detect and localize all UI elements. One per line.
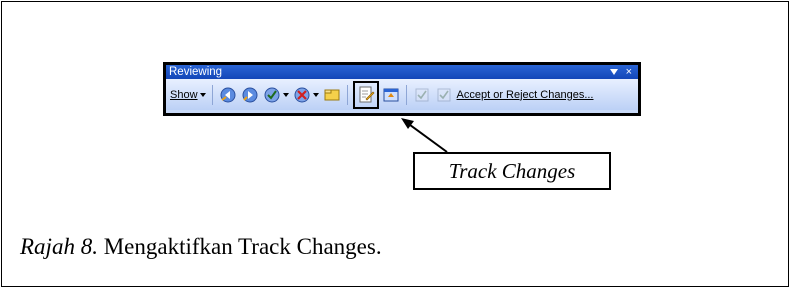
chevron-down-icon: [282, 92, 289, 97]
insert-comment-button[interactable]: [321, 84, 343, 106]
reviewing-pane-icon: [383, 88, 399, 101]
chevron-down-icon: [199, 92, 206, 97]
toolbar-buttons: Show Accept or Reject Changes...: [166, 79, 638, 110]
reject-change-button[interactable]: [291, 84, 321, 106]
callout-label: Track Changes: [448, 158, 576, 183]
reviewing-pane-button[interactable]: [380, 84, 402, 106]
show-label: Show: [170, 88, 198, 101]
reject-all-icon: [437, 88, 451, 101]
accept-change-button[interactable]: [261, 84, 291, 106]
accept-all-button[interactable]: [411, 84, 433, 106]
reject-all-button[interactable]: [433, 84, 455, 106]
toolbar-title: Reviewing: [169, 66, 223, 78]
chevron-down-icon: [312, 92, 319, 97]
track-changes-callout: Track Changes: [413, 152, 611, 190]
close-icon[interactable]: ×: [626, 67, 632, 78]
toolbar-separator: [346, 84, 348, 105]
caption-text: Mengaktifkan Track Changes.: [97, 234, 382, 259]
track-changes-button[interactable]: [352, 80, 379, 109]
figure-caption: Rajah 8. Mengaktifkan Track Changes.: [20, 234, 382, 260]
accept-change-icon: [264, 87, 280, 102]
next-change-button[interactable]: [239, 84, 261, 106]
insert-comment-icon: [324, 89, 340, 100]
previous-change-icon: [220, 87, 236, 102]
previous-change-button[interactable]: [217, 84, 239, 106]
toolbar-separator: [211, 84, 213, 105]
toolbar-separator: [405, 84, 407, 105]
next-change-icon: [242, 87, 258, 102]
reviewing-toolbar: Reviewing × Show Accept or Reject Change…: [163, 62, 641, 116]
reject-change-icon: [294, 87, 310, 102]
toolbar-options-dropdown-icon[interactable]: [609, 69, 618, 75]
accept-all-icon: [415, 88, 429, 101]
toolbar-titlebar[interactable]: Reviewing ×: [166, 65, 638, 79]
track-changes-icon: [359, 86, 375, 102]
figure-number: Rajah 8.: [20, 234, 98, 259]
show-dropdown-button[interactable]: Show: [168, 84, 208, 106]
accept-reject-changes-button[interactable]: Accept or Reject Changes...: [455, 84, 596, 106]
accept-reject-changes-label: Accept or Reject Changes...: [456, 88, 594, 101]
